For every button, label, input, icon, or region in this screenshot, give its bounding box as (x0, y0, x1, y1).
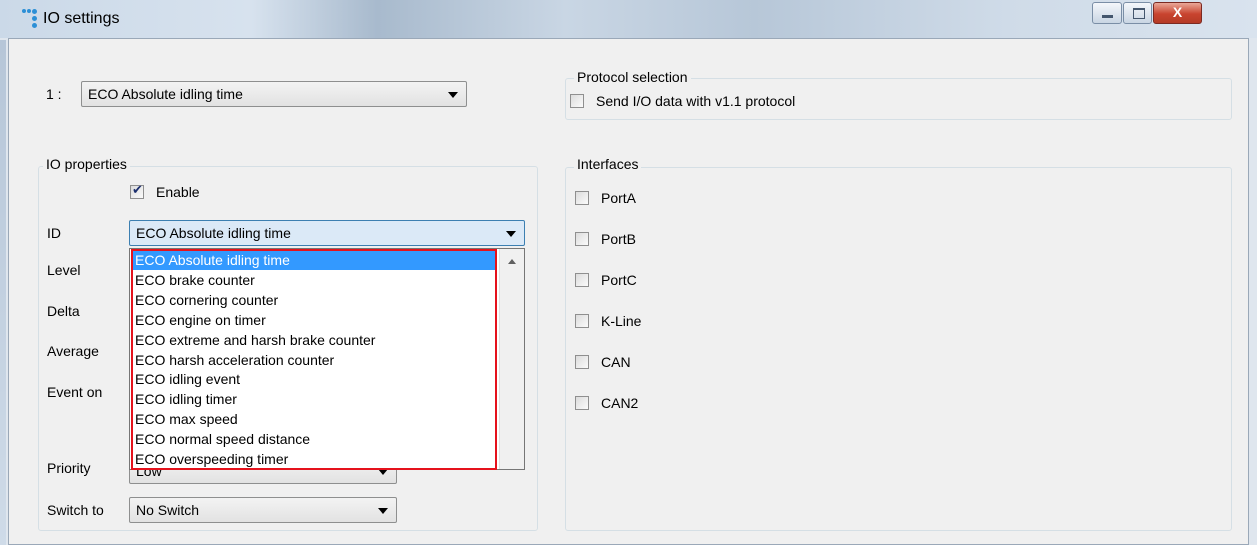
interface-label: CAN (601, 354, 631, 370)
priority-label: Priority (47, 460, 91, 476)
io-index-label: 1 : (46, 86, 62, 102)
interface-checkbox[interactable] (575, 355, 589, 369)
id-combobox[interactable]: ECO Absolute idling time (129, 220, 525, 246)
interface-label: PortC (601, 272, 637, 288)
event-on-label: Event on (47, 384, 103, 400)
level-label: Level (47, 262, 81, 278)
interface-label: PortA (601, 190, 637, 206)
close-button[interactable]: X (1153, 2, 1202, 24)
maximize-button[interactable] (1123, 2, 1152, 24)
protocol-group-title: Protocol selection (574, 69, 691, 85)
interface-checkbox[interactable] (575, 232, 589, 246)
v11-protocol-checkbox[interactable] (570, 94, 584, 108)
chevron-down-icon (448, 92, 458, 98)
interface-label: PortB (601, 231, 637, 247)
dropdown-highlight-box (131, 249, 497, 470)
io-properties-title: IO properties (43, 156, 130, 172)
chevron-down-icon (506, 231, 516, 237)
window-left-edge (0, 40, 6, 545)
io-selector-value: ECO Absolute idling time (88, 86, 243, 102)
interface-checkbox[interactable] (575, 396, 589, 410)
chevron-down-icon (378, 508, 388, 514)
id-combobox-value: ECO Absolute idling time (136, 225, 291, 241)
interface-label: CAN2 (601, 395, 639, 411)
enable-checkbox[interactable] (130, 183, 144, 199)
enable-label: Enable (156, 184, 200, 200)
switch-to-value: No Switch (136, 502, 200, 518)
average-label: Average (47, 343, 99, 359)
dropdown-scrollbar[interactable] (499, 249, 524, 469)
scroll-up-arrow-icon[interactable] (508, 259, 516, 264)
id-label: ID (47, 225, 61, 241)
window-title: IO settings (43, 10, 120, 27)
interface-checkbox[interactable] (575, 191, 589, 205)
interfaces-group-title: Interfaces (574, 156, 642, 172)
switch-to-combobox[interactable]: No Switch (129, 497, 397, 523)
v11-protocol-label: Send I/O data with v1.1 protocol (596, 93, 796, 109)
interfaces-group (565, 167, 1232, 531)
title-bar[interactable]: IO settings X (0, 0, 1257, 38)
io-selector-combobox[interactable]: ECO Absolute idling time (81, 81, 467, 107)
switch-to-label: Switch to (47, 502, 104, 518)
minimize-button[interactable] (1092, 2, 1122, 24)
interface-checkbox[interactable] (575, 314, 589, 328)
interface-label: K-Line (601, 313, 642, 329)
app-logo-icon (22, 9, 38, 29)
delta-label: Delta (47, 303, 80, 319)
interface-checkbox[interactable] (575, 273, 589, 287)
